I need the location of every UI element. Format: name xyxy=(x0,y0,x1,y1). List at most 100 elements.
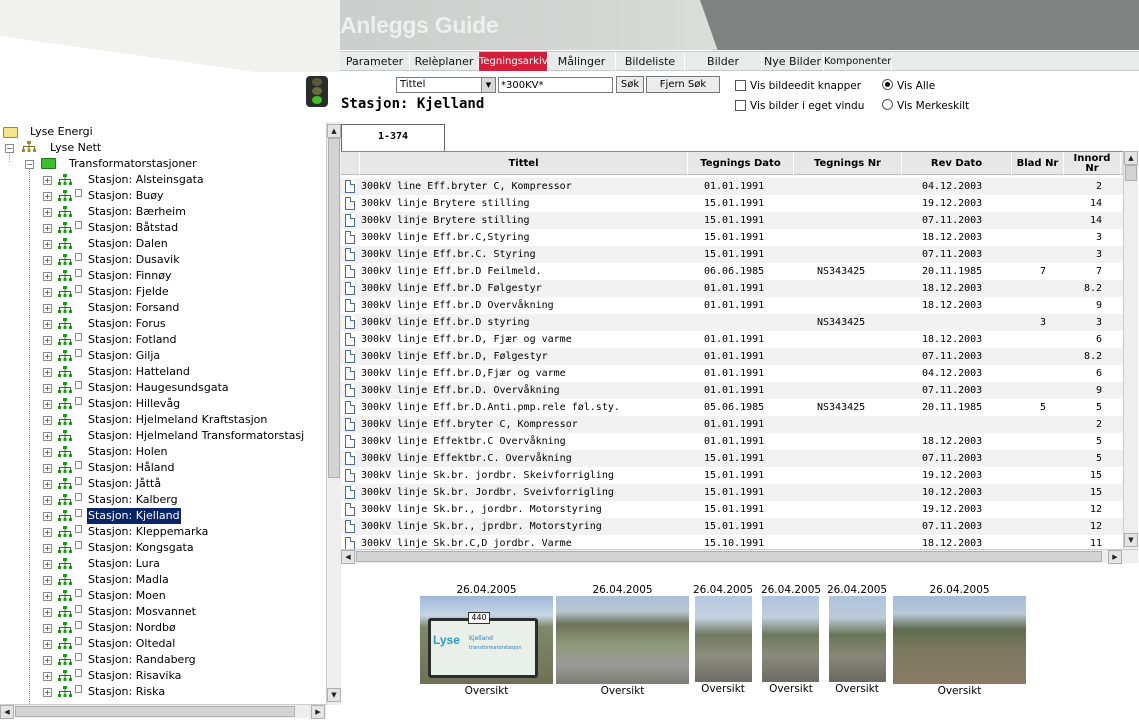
expand-icon[interactable]: + xyxy=(43,512,52,521)
expand-icon[interactable]: + xyxy=(43,304,52,313)
document-icon[interactable] xyxy=(345,265,355,278)
tree-item-station[interactable]: Stasjon: Gilja xyxy=(87,348,161,364)
tree-item-station[interactable]: Stasjon: Fjelde xyxy=(87,284,170,300)
table-scroll-left-icon[interactable]: ◀ xyxy=(341,550,355,564)
tree-item-selected[interactable]: Stasjon: Kjelland xyxy=(86,507,182,525)
table-scroll-thumb[interactable] xyxy=(1125,165,1137,181)
tree-item-station[interactable]: Stasjon: Båtstad xyxy=(87,220,179,236)
expand-icon[interactable]: + xyxy=(43,528,52,537)
header-drawing-date[interactable]: Tegnings Dato xyxy=(688,152,794,175)
document-icon[interactable] xyxy=(345,214,355,227)
tab-komponenter[interactable]: Komponenter xyxy=(824,52,892,71)
tree-net-label[interactable]: Lyse Nett xyxy=(50,140,101,156)
tree-item-station[interactable]: Stasjon: Hatteland xyxy=(87,364,191,380)
document-icon[interactable] xyxy=(345,469,355,482)
table-row[interactable]: 300kV linje Brytere stilling 15.01.1991 07… xyxy=(341,212,1123,229)
table-row[interactable]: 300kV linje Eff.br.D styring NS343425 3 3 xyxy=(341,314,1123,331)
expand-icon[interactable]: + xyxy=(43,272,52,281)
table-scroll-down-icon[interactable]: ▼ xyxy=(1124,533,1138,547)
edit-buttons-checkbox[interactable] xyxy=(735,80,746,91)
document-icon[interactable] xyxy=(345,401,355,414)
table-row[interactable]: 300kV linje Eff.br.D Overvåkning 01.01.19… xyxy=(341,297,1123,314)
header-title[interactable]: Tittel xyxy=(360,152,688,175)
photo-overview[interactable] xyxy=(893,596,1026,684)
table-row[interactable]: 300kV linje Eff.br.C. Styring 15.01.1991 0… xyxy=(341,246,1123,263)
tree-item-station[interactable]: Stasjon: Håland xyxy=(87,460,176,476)
tree-item-station[interactable]: Stasjon: Riska xyxy=(87,684,166,700)
tab-malinger[interactable]: Målinger xyxy=(548,52,616,71)
tree-hscroll-thumb[interactable] xyxy=(15,706,295,717)
document-icon[interactable] xyxy=(345,333,355,346)
photo-overview[interactable] xyxy=(762,596,819,682)
expand-icon[interactable]: + xyxy=(43,656,52,665)
tree-item-station[interactable]: Stasjon: Dusavik xyxy=(87,252,181,268)
table-horizontal-scrollbar[interactable]: ◀ ▶ xyxy=(341,549,1138,564)
tree-item-station[interactable]: Stasjon: Jåttå xyxy=(87,476,162,492)
field-select[interactable]: Tittel ▼ xyxy=(396,77,496,93)
expand-icon[interactable]: + xyxy=(43,384,52,393)
tree-item-station[interactable]: Stasjon: Haugesundsgata xyxy=(87,380,230,396)
expand-icon[interactable]: + xyxy=(43,608,52,617)
tree-item-station[interactable]: Stasjon: Hjelmeland Transformatorstasj xyxy=(87,428,305,444)
tree-item-station[interactable]: Stasjon: Fotland xyxy=(87,332,177,348)
table-scroll-right-icon[interactable]: ▶ xyxy=(1108,550,1122,564)
table-row[interactable]: 300kV linje Brytere stilling 15.01.1991 19… xyxy=(341,195,1123,212)
document-icon[interactable] xyxy=(345,350,355,363)
expand-icon[interactable]: + xyxy=(43,592,52,601)
expand-icon[interactable]: + xyxy=(43,464,52,473)
document-icon[interactable] xyxy=(345,384,355,397)
table-scroll-up-icon[interactable]: ▲ xyxy=(1124,151,1138,165)
expand-icon[interactable]: + xyxy=(43,400,52,409)
scroll-up-icon[interactable]: ▲ xyxy=(327,124,341,138)
table-row[interactable]: 300kV linje Eff.br.D, Fjær og varme 01.01… xyxy=(341,331,1123,348)
tab-tegningsarkiv[interactable]: Tegningsarkiv xyxy=(479,52,548,71)
expand-icon[interactable]: + xyxy=(43,432,52,441)
tree-group-label[interactable]: Transformatorstasjoner xyxy=(69,156,197,172)
tab-bildeliste[interactable]: Bildeliste xyxy=(616,52,685,71)
expand-icon[interactable]: + xyxy=(43,256,52,265)
document-icon[interactable] xyxy=(345,537,355,549)
table-row[interactable]: 300kV linje Sk.br. jordbr. Skeivforrigli… xyxy=(341,467,1123,484)
document-icon[interactable] xyxy=(345,316,355,329)
show-all-radio[interactable] xyxy=(882,79,893,90)
photo-overview[interactable] xyxy=(829,596,886,682)
expand-icon[interactable]: + xyxy=(43,576,52,585)
table-hscroll-thumb[interactable] xyxy=(356,551,1102,562)
tree-item-station[interactable]: Stasjon: Kleppemarka xyxy=(87,524,209,540)
expand-icon[interactable]: + xyxy=(43,224,52,233)
tree-item-station[interactable]: Stasjon: Finnøy xyxy=(87,268,173,284)
tree-item-station[interactable]: Stasjon: Nordbø xyxy=(87,620,177,636)
table-row[interactable]: 300kV linje Sk.br.C,D jordbr. Varme 15.10… xyxy=(341,535,1123,549)
scroll-left-icon[interactable]: ◀ xyxy=(0,705,14,719)
tree-item-station[interactable]: Stasjon: Oltedal xyxy=(87,636,176,652)
table-row[interactable]: 300kV linje Eff.br.D Feilmeld. 06.06.1985… xyxy=(341,263,1123,280)
expand-icon[interactable]: + xyxy=(43,416,52,425)
document-icon[interactable] xyxy=(345,503,355,516)
tree-item-station[interactable]: Stasjon: Kalberg xyxy=(87,492,179,508)
expand-icon[interactable]: + xyxy=(43,672,52,681)
tree-horizontal-scrollbar[interactable]: ◀ ▶ xyxy=(0,704,326,719)
tree-item-station[interactable]: Stasjon: Risavika xyxy=(87,668,182,684)
table-vertical-scrollbar[interactable]: ▲ ▼ xyxy=(1123,151,1138,549)
tree-item-station[interactable]: Stasjon: Randaberg xyxy=(87,652,197,668)
header-innord-no[interactable]: Innord Nr xyxy=(1064,152,1121,175)
tab-releplaner[interactable]: Relèplaner xyxy=(410,52,479,71)
expand-icon[interactable]: + xyxy=(43,192,52,201)
table-row[interactable]: 300kV line Eff.bryter C, Kompressor 01.01… xyxy=(341,178,1123,195)
search-input[interactable] xyxy=(498,77,613,93)
table-row[interactable]: 300kV linje Eff.br.D,Fjær og varme 01.01.… xyxy=(341,365,1123,382)
table-row[interactable]: 300kV linje Sk.br., jordbr. Motorstyring… xyxy=(341,501,1123,518)
tree-item-station[interactable]: Stasjon: Buøy xyxy=(87,188,165,204)
header-sheet-no[interactable]: Blad Nr xyxy=(1012,152,1064,175)
expand-icon[interactable]: + xyxy=(43,544,52,553)
table-row[interactable]: 300kV linje Eff.br.D Følgestyr 01.01.1991… xyxy=(341,280,1123,297)
expand-icon[interactable]: + xyxy=(43,208,52,217)
document-icon[interactable] xyxy=(345,299,355,312)
expand-icon[interactable]: + xyxy=(43,496,52,505)
expand-icon[interactable]: + xyxy=(43,352,52,361)
document-icon[interactable] xyxy=(345,180,355,193)
tree-vertical-scrollbar[interactable]: ▲ ▼ xyxy=(326,122,341,705)
tab-nye-bilder[interactable]: Nye Bilder xyxy=(762,52,824,71)
clear-search-button[interactable]: Fjern Søk xyxy=(646,76,720,93)
tree-item-station[interactable]: Stasjon: Bærheim xyxy=(87,204,187,220)
